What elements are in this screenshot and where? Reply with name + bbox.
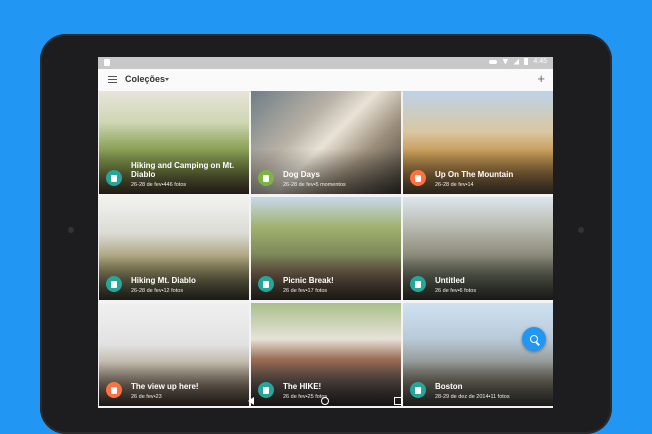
collection-title: Untitled (435, 276, 465, 285)
status-bar: 4:45 (98, 57, 553, 69)
collection-card[interactable]: Hiking and Camping on Mt. Diablo 26-28 d… (99, 91, 249, 194)
screen: 4:45 Coleções + Hiking and Camping on Mt… (98, 57, 553, 408)
collection-subtitle: 26-28 de fev•12 fotos (131, 288, 184, 294)
collection-card[interactable]: The HIKE! 26 de fev•25 fotos (251, 303, 401, 406)
home-icon[interactable] (321, 397, 329, 405)
menu-icon[interactable] (108, 76, 117, 83)
collection-card[interactable]: The view up here! 26 de fev•23 (99, 303, 249, 406)
signal-icon (513, 58, 520, 65)
collection-card[interactable]: Up On The Mountain 26-28 de fev•14 (403, 91, 553, 194)
notification-icon (104, 59, 110, 66)
sensor-dot (578, 227, 584, 233)
collection-title: Boston (435, 382, 463, 391)
collection-subtitle: 26-28 de fev•14 (435, 182, 474, 188)
collection-title: Up On The Mountain (435, 170, 514, 179)
back-icon[interactable] (248, 397, 254, 405)
album-icon (258, 276, 274, 292)
collection-card[interactable]: Boston 28-29 de dez de 2014•11 fotos (403, 303, 553, 406)
chevron-down-icon[interactable] (165, 78, 169, 81)
collection-card[interactable]: Dog Days 26-28 de fev•5 momentos (251, 91, 401, 194)
add-button[interactable]: + (537, 72, 545, 86)
page-title[interactable]: Coleções (125, 74, 165, 84)
collection-title: The HIKE! (283, 382, 322, 391)
album-icon (106, 276, 122, 292)
collection-subtitle: 26-28 de fev•446 fotos (131, 182, 187, 188)
collection-card[interactable]: Untitled 26 de fev•6 fotos (403, 197, 553, 300)
album-icon (258, 170, 274, 186)
collection-subtitle: 26 de fev•17 fotos (283, 288, 328, 294)
collection-card[interactable]: Picnic Break! 26 de fev•17 fotos (251, 197, 401, 300)
collection-card[interactable]: Hiking Mt. Diablo 26-28 de fev•12 fotos (99, 197, 249, 300)
search-button[interactable] (522, 327, 546, 351)
collection-title: Hiking and Camping on Mt. Diablo (131, 161, 235, 179)
collection-title: Dog Days (283, 170, 320, 179)
sensor-dot (68, 227, 74, 233)
collections-grid: Hiking and Camping on Mt. Diablo 26-28 d… (98, 91, 553, 408)
app-bar: Coleções + (98, 69, 553, 92)
collection-title: Hiking Mt. Diablo (131, 276, 196, 285)
battery-icon (524, 58, 529, 65)
collection-title: The view up here! (131, 382, 199, 391)
album-icon (410, 276, 426, 292)
album-icon (410, 170, 426, 186)
wifi-icon (502, 58, 509, 65)
collection-subtitle: 26-28 de fev•5 momentos (283, 182, 346, 188)
collection-subtitle: 26 de fev•6 fotos (435, 288, 477, 294)
navigation-bar (98, 394, 553, 408)
collection-title: Picnic Break! (283, 276, 334, 285)
search-icon (530, 335, 538, 343)
album-icon (106, 170, 122, 186)
recent-apps-icon[interactable] (394, 397, 402, 405)
status-time: 4:45 (533, 58, 547, 65)
vibrate-icon (489, 59, 498, 64)
